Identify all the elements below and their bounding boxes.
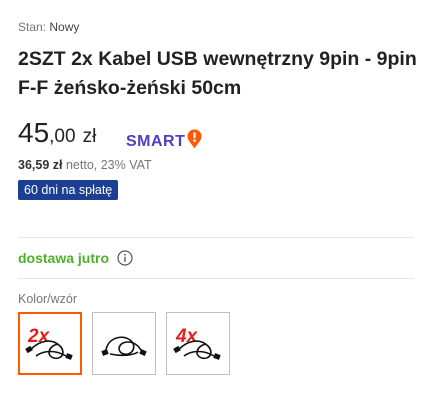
cable-4x-icon: 4x	[173, 326, 221, 360]
smart-logo[interactable]: SMART	[126, 129, 202, 154]
variant-label: Kolor/wzór	[18, 292, 78, 306]
price: 45,00 zł	[18, 117, 96, 149]
smart-label: SMART	[126, 132, 186, 150]
variant-swatch-4x[interactable]: 4x	[166, 312, 230, 375]
net-price-row: 36,59 zł netto, 23% VAT	[18, 158, 152, 172]
divider	[18, 278, 414, 279]
info-icon[interactable]	[117, 250, 133, 266]
condition-label: Stan:	[18, 20, 47, 34]
delivery-label: dostawa jutro	[18, 250, 110, 266]
divider	[18, 237, 414, 238]
price-currency: zł	[82, 126, 97, 147]
cable-icon	[101, 336, 147, 356]
condition-value: Nowy	[49, 20, 80, 34]
product-title: 2SZT 2x Kabel USB wewnętrzny 9pin - 9pin…	[18, 48, 417, 99]
smart-pin-icon	[187, 129, 202, 154]
delivery-row: dostawa jutro	[18, 250, 133, 266]
variant-swatch-2x[interactable]: 2x	[18, 312, 82, 375]
net-price-text: netto, 23% VAT	[65, 158, 152, 172]
variant-swatch-single[interactable]	[92, 312, 156, 375]
price-decimal: ,00	[49, 126, 76, 147]
price-integer: 45	[18, 117, 50, 148]
variant-swatches: 2x 4x	[18, 312, 230, 375]
product-offer-panel: Stan: Nowy 2SZT 2x Kabel USB wewnętrzny …	[0, 0, 435, 409]
condition-row: Stan: Nowy	[18, 20, 79, 34]
cable-2x-icon: 2x	[25, 326, 73, 360]
net-price-value: 36,59 zł	[18, 158, 63, 172]
payment-badge[interactable]: 60 dni na spłatę	[18, 180, 119, 200]
